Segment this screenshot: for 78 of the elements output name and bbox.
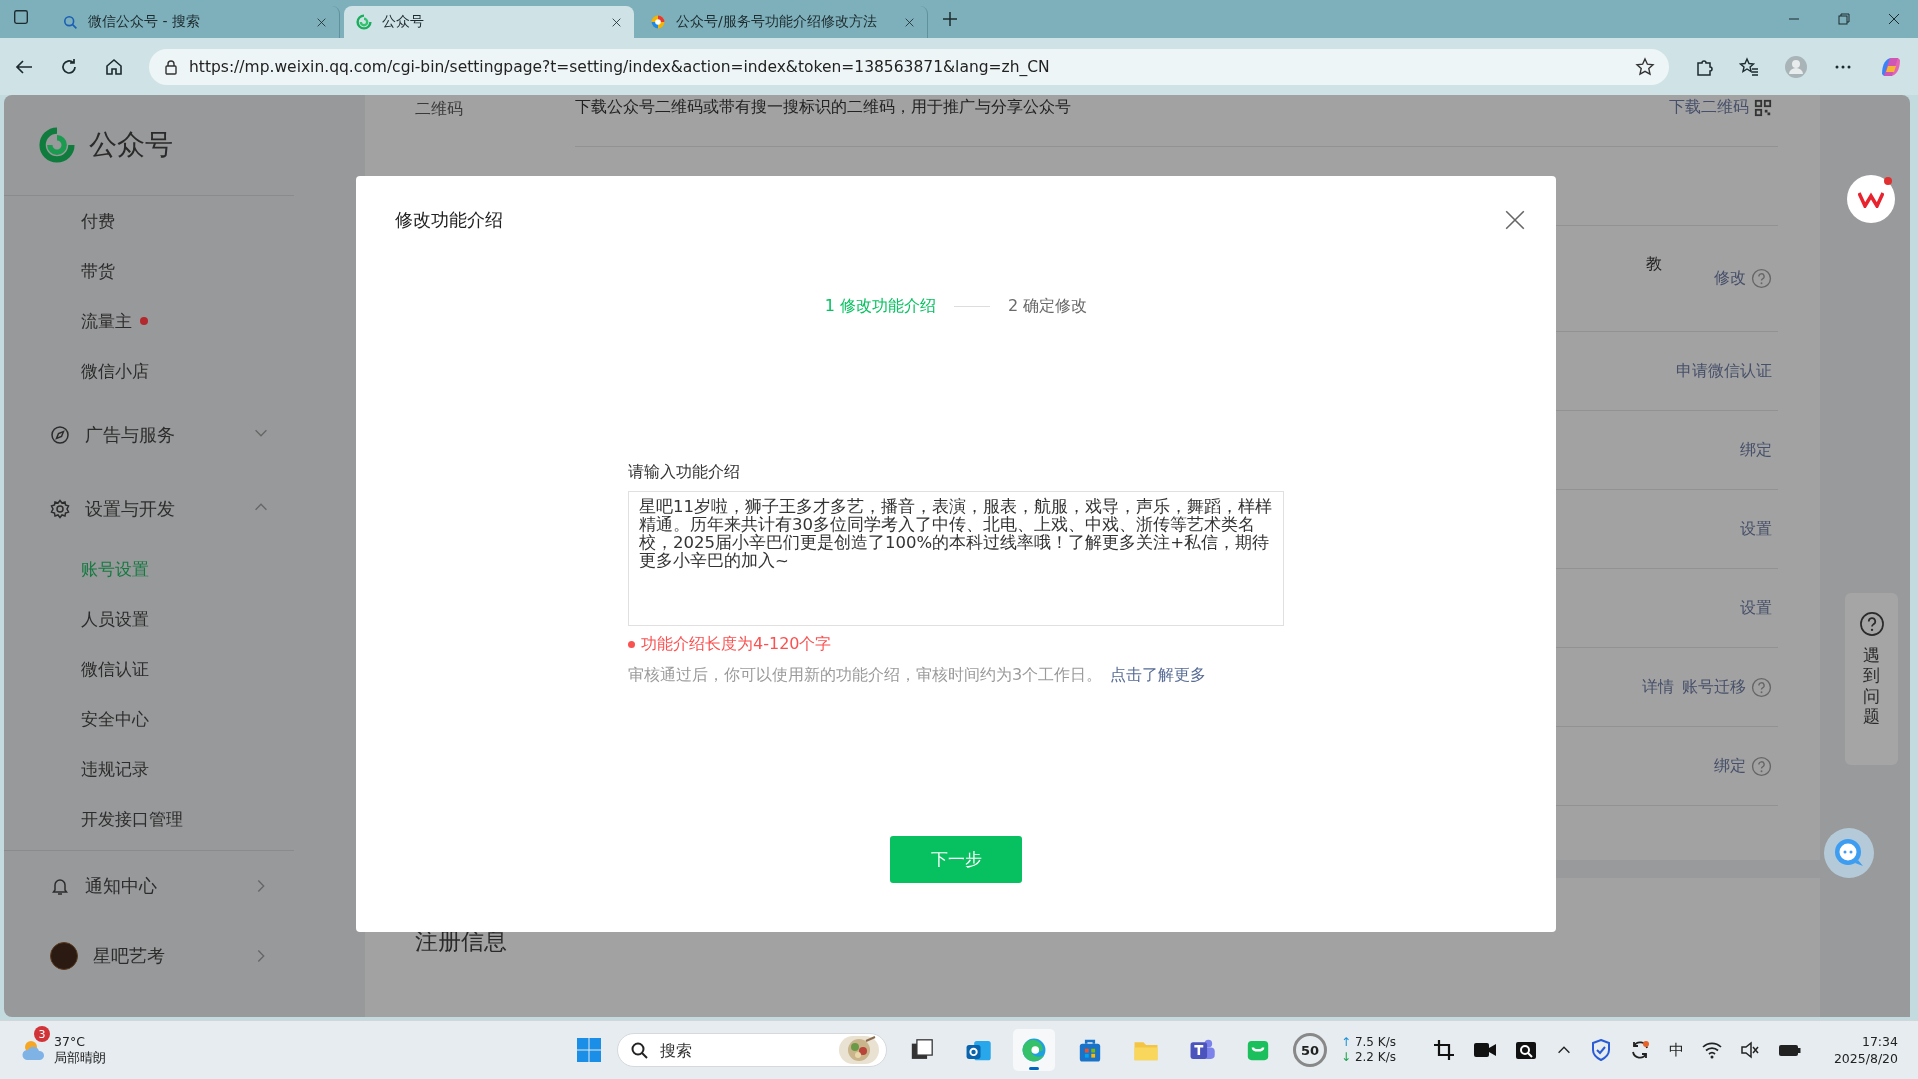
- setting-description: 下载公众号二维码或带有搜一搜标识的二维码，用于推广与分享公众号: [575, 97, 1071, 116]
- swirl-logo-icon: [39, 127, 75, 163]
- settings-icon: [50, 499, 70, 519]
- address-bar[interactable]: https://mp.weixin.qq.com/cgi-bin/settingpage?t=setting/index&action=index&token=138563871&lang=zh_CN: [149, 48, 1669, 85]
- logo-text: 公众号: [89, 127, 173, 163]
- action-link[interactable]: 申请微信认证: [1676, 360, 1772, 382]
- refresh-icon[interactable]: [59, 56, 79, 77]
- notification-badge: 3: [34, 1026, 50, 1042]
- new-tab-icon[interactable]: [942, 11, 958, 27]
- temperature: 37°C: [54, 1034, 86, 1050]
- help-icon: [1751, 755, 1772, 777]
- hint-text: 审核通过后，你可以使用新的功能介绍，审核时间约为3个工作日。 点击了解更多: [628, 665, 1208, 686]
- battery-icon[interactable]: [1777, 1042, 1802, 1058]
- lock-icon: [163, 58, 179, 75]
- download-arrow: ↓: [1341, 1050, 1352, 1064]
- search-icon: [629, 1040, 649, 1060]
- action-link[interactable]: 设置: [1740, 597, 1772, 619]
- action-link[interactable]: 绑定: [1714, 755, 1746, 777]
- weather-condition: 局部晴朗: [54, 1050, 106, 1066]
- description-field[interactable]: 星吧11岁啦，狮子王多才多艺，播音，表演，服表，航服，戏导，声乐，舞蹈，样样精通。历年来共计有30多位同学考入了中传、北电、上戏、中戏、浙传等艺术类名校，2025届小辛巴们更是创造了100%的本科过线率哦！了解更多关注+私信，期待更多小辛巴的加入~: [628, 491, 1284, 626]
- wave-app-icon: [1020, 1036, 1048, 1064]
- step-label: 1 修改功能介绍: [824, 296, 936, 317]
- swirl-logo-icon: [356, 14, 372, 30]
- sidebar-toggle-icon: [12, 8, 30, 26]
- close-icon[interactable]: [1888, 13, 1900, 25]
- sidebar-group[interactable]: 设置与开发: [85, 497, 237, 521]
- sidebar-group[interactable]: 星吧艺考: [93, 944, 237, 968]
- sidebar-item[interactable]: 流量主: [4, 296, 365, 346]
- error-message: 功能介绍长度为4-120个字: [641, 634, 832, 655]
- search-icon: [62, 14, 78, 30]
- restore-icon[interactable]: [1838, 13, 1850, 25]
- help-panel[interactable]: 遇到问题: [1845, 593, 1898, 765]
- w-logo-icon: [1858, 190, 1884, 208]
- help-icon: [1751, 268, 1772, 289]
- action-link[interactable]: 账号迁移: [1682, 676, 1746, 698]
- step-label: 2 确定修改: [1008, 296, 1088, 317]
- help-icon: [1858, 611, 1885, 637]
- crop-icon[interactable]: [1432, 1039, 1455, 1061]
- home-icon[interactable]: [104, 56, 124, 77]
- close-icon: [904, 16, 915, 28]
- download-speed: 2.2 K/s: [1354, 1050, 1396, 1064]
- learn-more-link[interactable]: 点击了解更多: [1110, 665, 1207, 684]
- setting-description: 教: [1646, 254, 1662, 273]
- favorites-icon[interactable]: [1739, 56, 1759, 77]
- shield-icon[interactable]: [1590, 1039, 1611, 1061]
- clock-time[interactable]: 17:34: [1861, 1033, 1898, 1050]
- star-icon[interactable]: [1635, 56, 1655, 77]
- sidebar-group[interactable]: 通知中心: [85, 874, 237, 898]
- action-link[interactable]: 修改: [1714, 268, 1746, 289]
- speed-gauge[interactable]: 50: [1293, 1033, 1327, 1067]
- sidebar-group[interactable]: 广告与服务: [85, 423, 237, 447]
- input-method-indicator[interactable]: 中: [1668, 1040, 1684, 1060]
- upload-speed: 7.5 K/s: [1354, 1035, 1396, 1049]
- action-link[interactable]: 设置: [1740, 518, 1772, 540]
- browser-tab[interactable]: 公众号: [344, 6, 634, 38]
- muted-speaker-icon[interactable]: [1739, 1041, 1760, 1059]
- windows-start-icon[interactable]: [575, 1036, 603, 1064]
- notification-dot: [1884, 177, 1892, 185]
- wifi-icon[interactable]: [1701, 1041, 1722, 1059]
- close-icon: [316, 16, 327, 28]
- qr-code-icon: [1754, 98, 1772, 117]
- bell-icon: [50, 876, 70, 896]
- clock-date[interactable]: 2025/8/20: [1833, 1050, 1898, 1067]
- avatar: [50, 942, 78, 970]
- setting-label: 二维码: [415, 99, 463, 118]
- action-link[interactable]: 绑定: [1740, 439, 1772, 461]
- action-link[interactable]: 详情: [1642, 676, 1674, 698]
- field-label: 请输入功能介绍: [628, 462, 741, 483]
- error-dot: [628, 641, 635, 648]
- upload-arrow: ↑: [1341, 1035, 1352, 1049]
- compass-icon: [50, 425, 70, 445]
- dialog-title: 修改功能介绍: [395, 208, 504, 232]
- help-icon: [1751, 676, 1772, 698]
- ring-logo-icon: [650, 14, 666, 30]
- action-link[interactable]: 下载二维码: [1669, 97, 1749, 118]
- search-icon[interactable]: [1514, 1039, 1537, 1061]
- close-button[interactable]: [1504, 209, 1526, 231]
- close-icon: [611, 16, 622, 28]
